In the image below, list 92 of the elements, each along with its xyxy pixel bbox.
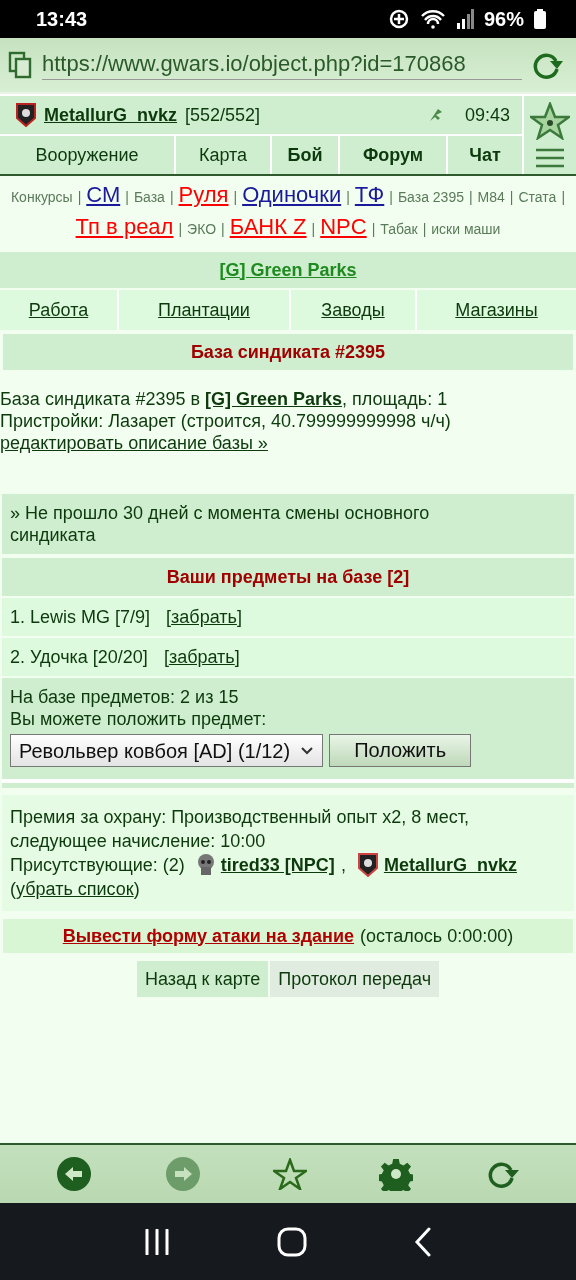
quick-link[interactable]: M84: [477, 182, 505, 212]
notice-text: » Не прошло 30 дней с момента смены основного синдиката: [2, 494, 574, 554]
shield-icon: [16, 103, 36, 127]
nav-tab[interactable]: Бой: [272, 136, 338, 174]
quick-link[interactable]: иски маши: [431, 214, 501, 244]
back-icon[interactable]: [414, 1226, 433, 1257]
hp-counter: [552/552]: [185, 104, 261, 126]
quick-link[interactable]: Тп в реал: [75, 212, 174, 242]
separator: |: [561, 188, 565, 207]
target-icon: [387, 8, 410, 30]
separator: |: [468, 188, 473, 207]
clock: 13:43: [36, 7, 88, 31]
quick-link[interactable]: БАНК Z: [229, 212, 307, 242]
separator: |: [178, 220, 183, 239]
remaining-text: (осталось 0:00:00): [360, 925, 514, 947]
separator: |: [346, 188, 350, 207]
quick-link[interactable]: ЭКО: [187, 214, 217, 244]
battery-icon: [534, 9, 546, 29]
quick-link[interactable]: База 2395: [397, 182, 464, 212]
separator: |: [169, 188, 174, 207]
section-heading: База синдиката #2395: [3, 334, 573, 370]
nav-tab[interactable]: Чат: [448, 136, 522, 174]
item-name: 2. Удочка [20/20]: [10, 646, 148, 668]
star-icon[interactable]: [272, 1158, 307, 1190]
bracket: ]: [234, 646, 240, 667]
tabs-icon[interactable]: [8, 51, 34, 79]
nav-tab[interactable]: Вооружение: [0, 136, 174, 174]
separator: |: [422, 220, 427, 239]
wifi-icon: [419, 9, 446, 29]
battery-level: 96%: [483, 7, 524, 31]
shield-icon: [357, 853, 378, 877]
paren: (: [10, 879, 16, 899]
prompt-text: Вы можете положить предмет:: [10, 708, 268, 730]
item-name: 1. Lewis MG [7/9]: [10, 606, 151, 628]
put-button[interactable]: Положить: [329, 734, 472, 767]
district-link[interactable]: Плантации: [119, 290, 289, 330]
quick-link[interactable]: База: [133, 182, 165, 212]
player-link[interactable]: tired33 [NPC]: [220, 853, 335, 877]
district-link[interactable]: Магазины: [417, 290, 576, 330]
district-link[interactable]: Заводы: [291, 290, 415, 330]
annexes-text: Пристройки: Лазарет (строится, 40.799999999998 ч/ч): [0, 410, 452, 432]
server-time: 09:43: [464, 104, 510, 126]
caret-icon: [300, 745, 315, 756]
info-text: , площадь: 1: [342, 389, 448, 409]
quick-link[interactable]: Табак: [380, 214, 418, 244]
menu-icon[interactable]: [536, 148, 564, 168]
bracket: [: [163, 646, 169, 667]
bracket: [: [166, 606, 172, 627]
separator: |: [125, 188, 129, 207]
quick-link[interactable]: Руля: [178, 180, 229, 210]
quick-link[interactable]: NPC: [320, 212, 367, 242]
skull-icon: [196, 853, 215, 877]
separator: |: [77, 188, 82, 207]
syndicate-link[interactable]: [G] Green Parks: [219, 259, 357, 281]
back-icon[interactable]: [56, 1156, 93, 1192]
separator: |: [371, 220, 376, 239]
nav-tab[interactable]: Карта: [176, 136, 270, 174]
item-dropdown[interactable]: Револьвер ковбоя [AD] (1/12): [10, 734, 324, 767]
separator: |: [311, 220, 316, 239]
quick-link[interactable]: СМ: [86, 180, 121, 210]
bracket: ]: [236, 606, 242, 627]
quick-link[interactable]: Одиночки: [242, 180, 342, 210]
take-link[interactable]: забрать: [171, 606, 237, 627]
attack-link[interactable]: Вывести форму атаки на здание: [62, 925, 355, 947]
recent-apps-icon[interactable]: [143, 1228, 170, 1255]
quick-link[interactable]: Конкурсы: [10, 182, 73, 212]
edit-link[interactable]: редактировать описание базы »: [0, 433, 268, 453]
home-icon[interactable]: [277, 1226, 307, 1257]
count-text: На базе предметов: 2 из 15: [10, 686, 240, 708]
district-link[interactable]: Работа: [0, 290, 117, 330]
player-link[interactable]: MetallurG_nvkz: [383, 853, 517, 877]
hide-list-link[interactable]: убрать список: [16, 879, 134, 899]
paren: ): [133, 879, 140, 899]
nav-button[interactable]: Назад к карте: [136, 961, 269, 997]
take-link[interactable]: забрать: [168, 646, 235, 667]
separator: |: [509, 188, 514, 207]
comma: ,: [340, 854, 346, 877]
settings-icon[interactable]: [379, 1157, 414, 1191]
nav-button[interactable]: Протокол передач: [270, 961, 440, 997]
quick-link[interactable]: Стата: [518, 182, 557, 212]
quick-link[interactable]: ТФ: [354, 180, 385, 210]
separator: |: [221, 220, 225, 239]
star-icon[interactable]: [530, 102, 570, 140]
section-heading: Ваши предметы на базе [2]: [2, 558, 574, 596]
separator: |: [389, 188, 393, 207]
present-label: Присутствующие: (2): [10, 854, 185, 877]
separator: |: [233, 188, 238, 207]
syndicate-link[interactable]: [G] Green Parks: [205, 389, 343, 409]
nav-tab[interactable]: Форум: [340, 136, 446, 174]
player-link[interactable]: MetallurG_nvkz: [44, 104, 178, 126]
signal-icon: [455, 9, 474, 29]
info-text: База синдиката #2395 в: [0, 389, 200, 409]
